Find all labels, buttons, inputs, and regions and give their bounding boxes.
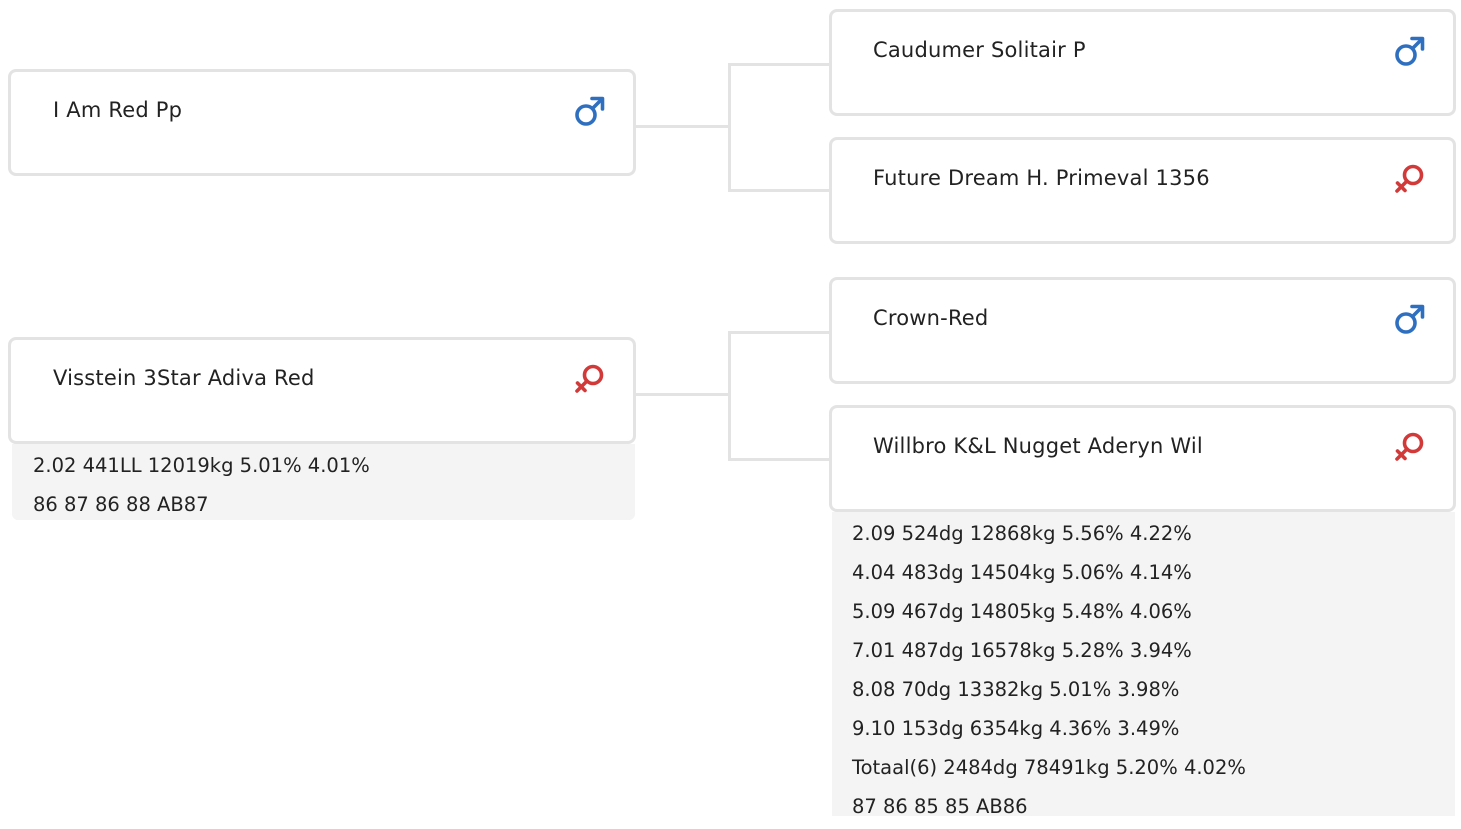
stats-line: 8.08 70dg 13382kg 5.01% 3.98% <box>852 678 1180 701</box>
connector-dam-top <box>728 331 831 334</box>
animal-name: Willbro K&L Nugget Aderyn Wil <box>873 434 1203 458</box>
female-symbol-icon <box>1395 432 1424 461</box>
connector-sire-bottom <box>728 189 831 192</box>
stats-line: 5.09 467dg 14805kg 5.48% 4.06% <box>852 600 1192 623</box>
stats-line: 7.01 487dg 16578kg 5.28% 3.94% <box>852 639 1192 662</box>
animal-name: Crown-Red <box>873 306 989 330</box>
connector-sire-stem <box>636 125 730 128</box>
pedigree-card-sire-dam[interactable]: Future Dream H. Primeval 1356 <box>829 137 1456 244</box>
stats-line: Totaal(6) 2484dg 78491kg 5.20% 4.02% <box>852 756 1246 779</box>
connector-sire-top <box>728 63 831 66</box>
female-symbol-icon <box>575 364 604 393</box>
stats-line: 9.10 153dg 6354kg 4.36% 3.49% <box>852 717 1180 740</box>
stats-line: 87 86 85 85 AB86 <box>852 795 1028 818</box>
dam-performance-stats: 2.02 441LL 12019kg 5.01% 4.01% 86 87 86 … <box>12 444 635 520</box>
animal-name: Visstein 3Star Adiva Red <box>53 366 315 390</box>
stats-line: 2.02 441LL 12019kg 5.01% 4.01% <box>33 454 370 477</box>
pedigree-card-sire-sire[interactable]: Caudumer Solitair P <box>829 9 1456 116</box>
pedigree-card-dam[interactable]: Visstein 3Star Adiva Red <box>8 337 636 444</box>
connector-dam-bottom <box>728 458 831 461</box>
animal-name: I Am Red Pp <box>53 98 183 122</box>
pedigree-card-sire[interactable]: I Am Red Pp <box>8 69 636 176</box>
male-symbol-icon <box>1395 36 1425 66</box>
stats-line: 2.09 524dg 12868kg 5.56% 4.22% <box>852 522 1192 545</box>
animal-name: Caudumer Solitair P <box>873 38 1086 62</box>
stats-line: 86 87 86 88 AB87 <box>33 493 209 516</box>
female-symbol-icon <box>1395 164 1424 193</box>
dam-dam-performance-stats: 2.09 524dg 12868kg 5.56% 4.22% 4.04 483d… <box>832 512 1455 818</box>
male-symbol-icon <box>575 96 605 126</box>
stats-line: 4.04 483dg 14504kg 5.06% 4.14% <box>852 561 1192 584</box>
pedigree-card-dam-sire[interactable]: Crown-Red <box>829 277 1456 384</box>
connector-sire-vertical <box>728 63 731 192</box>
connector-dam-vertical <box>728 331 731 461</box>
animal-name: Future Dream H. Primeval 1356 <box>873 166 1210 190</box>
pedigree-card-dam-dam[interactable]: Willbro K&L Nugget Aderyn Wil <box>829 405 1456 512</box>
connector-dam-stem <box>636 393 730 396</box>
male-symbol-icon <box>1395 304 1425 334</box>
